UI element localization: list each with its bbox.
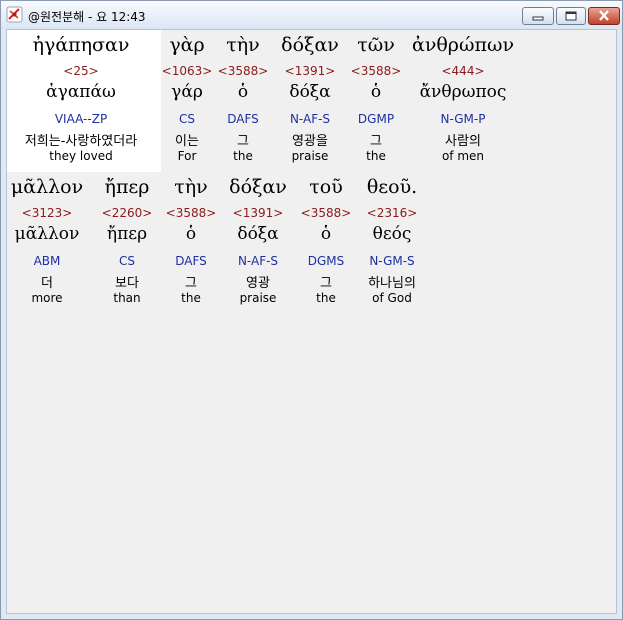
english-gloss: of God [372, 291, 412, 305]
lemma: δόξα [289, 82, 331, 102]
greek-word: τῶν [357, 34, 395, 56]
english-gloss: they loved [49, 149, 113, 163]
app-window: @원전분해 - 요 12:43 ἠγάπησαν <25> ἀγαπάω VIA… [0, 0, 623, 620]
lemma: γάρ [171, 82, 203, 102]
parsing-code: DGMP [357, 112, 395, 126]
parsing-code: DAFS [175, 254, 207, 268]
english-gloss: For [177, 149, 197, 163]
korean-gloss: 그 [370, 134, 382, 149]
strong-number[interactable]: <3123> [22, 206, 73, 220]
parsing-code: N-AF-S [289, 112, 331, 126]
lemma: ὁ [320, 224, 332, 244]
minimize-button[interactable] [522, 7, 554, 25]
maximize-button[interactable] [556, 7, 586, 25]
korean-gloss: 하나님의 [368, 276, 416, 291]
english-gloss: the [316, 291, 336, 305]
korean-gloss: 사람의 [445, 134, 481, 149]
strong-number[interactable]: <1063> [162, 64, 213, 78]
lemma: ὁ [185, 224, 197, 244]
lemma: ὁ [237, 82, 249, 102]
parsing-code: ABM [33, 254, 61, 268]
parsing-code: N-AF-S [237, 254, 279, 268]
korean-gloss: 영광 [246, 276, 270, 291]
greek-word: ἤπερ [104, 176, 150, 198]
greek-word: τὴν [226, 34, 260, 56]
korean-gloss: 보다 [115, 276, 139, 291]
english-gloss: more [31, 291, 63, 305]
greek-word: δόξαν [229, 176, 287, 198]
parsing-code: N-GM-P [440, 112, 486, 126]
english-gloss: praise [291, 149, 329, 163]
parsing-code: CS [119, 254, 135, 268]
close-icon [599, 10, 609, 21]
korean-gloss: 그 [237, 134, 249, 149]
parsing-code: CS [179, 112, 195, 126]
parsing-code: DGMS [307, 254, 345, 268]
strong-number[interactable]: <2260> [102, 206, 153, 220]
title-bar[interactable]: @원전분해 - 요 12:43 [1, 1, 622, 29]
strong-number[interactable]: <3588> [351, 64, 402, 78]
strong-number[interactable]: <1391> [233, 206, 284, 220]
english-gloss: praise [239, 291, 277, 305]
lemma: θεός [372, 224, 412, 244]
lemma: μᾶλλον [14, 224, 80, 244]
strong-number[interactable]: <2316> [367, 206, 418, 220]
korean-gloss: 저희는-사랑하였더라 [24, 134, 138, 149]
korean-gloss: 이는 [175, 134, 199, 149]
interlinear-panel: ἠγάπησαν <25> ἀγαπάω VIAA--ZP 저희는-사랑하였더라… [6, 29, 617, 614]
korean-gloss: 그 [320, 276, 332, 291]
english-gloss: the [366, 149, 386, 163]
greek-word: ἠγάπησαν [32, 34, 130, 56]
strong-number[interactable]: <444> [441, 64, 484, 78]
korean-gloss: 영광을 [292, 134, 328, 149]
korean-gloss: 그 [185, 276, 197, 291]
window-title: @원전분해 - 요 12:43 [28, 10, 146, 24]
close-button[interactable] [588, 7, 620, 25]
parsing-code: DAFS [227, 112, 259, 126]
greek-word: θεοῦ. [366, 176, 418, 198]
parsing-code: N-GM-S [369, 254, 415, 268]
english-gloss: than [113, 291, 141, 305]
strong-number[interactable]: <3588> [166, 206, 217, 220]
lemma: ὁ [370, 82, 382, 102]
bible-cross-icon [6, 6, 23, 23]
parsing-code: VIAA--ZP [54, 112, 108, 126]
lemma: ἤπερ [106, 224, 148, 244]
greek-word: ἀνθρώπων [411, 34, 515, 56]
maximize-icon [565, 11, 577, 21]
strong-number[interactable]: <25> [63, 64, 98, 78]
strong-number[interactable]: <1391> [285, 64, 336, 78]
greek-word: γὰρ [169, 34, 205, 56]
greek-word: δόξαν [281, 34, 339, 56]
strong-number[interactable]: <3588> [218, 64, 269, 78]
english-gloss: of men [441, 149, 485, 163]
greek-word: τὴν [174, 176, 208, 198]
korean-gloss: 더 [41, 276, 53, 291]
minimize-icon [532, 16, 544, 21]
english-gloss: the [233, 149, 253, 163]
strong-number[interactable]: <3588> [301, 206, 352, 220]
lemma: δόξα [237, 224, 279, 244]
greek-word: τοῦ [309, 176, 343, 198]
lemma: ἄνθρωπος [419, 82, 507, 102]
english-gloss: the [181, 291, 201, 305]
lemma: ἀγαπάω [46, 82, 116, 102]
greek-word: μᾶλλον [10, 176, 84, 198]
